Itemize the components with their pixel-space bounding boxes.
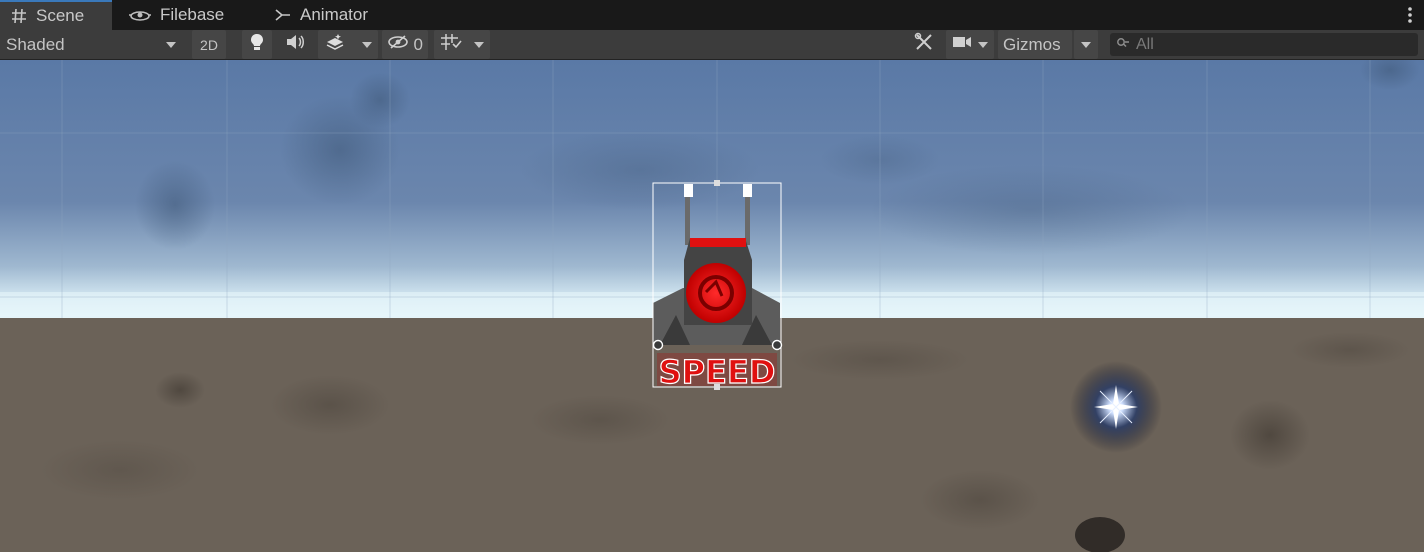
tab-filebase[interactable]: Filebase: [122, 0, 252, 30]
chevron-down-icon: [978, 41, 988, 48]
camera-icon: [952, 35, 972, 54]
animator-icon: [272, 4, 294, 26]
tools-icon: [914, 32, 934, 57]
audio-toggle-button[interactable]: [280, 30, 310, 59]
scene-viewport[interactable]: SPEED: [0, 60, 1424, 552]
grid-dropdown[interactable]: [434, 30, 490, 59]
chevron-down-icon: [362, 41, 372, 48]
scene-visibility-button[interactable]: 0: [382, 30, 428, 59]
scene-window: Scene Filebase Animator Shaded 2D 0 Gizm…: [0, 0, 1424, 552]
gizmos-dropdown[interactable]: [1074, 30, 1098, 59]
filebase-icon: [126, 4, 154, 26]
tab-label: Animator: [300, 5, 369, 24]
chevron-down-icon: [474, 41, 484, 48]
point-light-gizmo: [1070, 361, 1162, 453]
gizmos-label: Gizmos: [1003, 34, 1061, 54]
draw-mode-dropdown[interactable]: Shaded: [0, 30, 184, 59]
lighting-toggle-button[interactable]: [242, 30, 272, 59]
hash-icon: [8, 5, 30, 27]
chevron-down-icon: [166, 41, 176, 48]
effects-layers-icon: [324, 33, 346, 56]
tab-scene[interactable]: Scene: [0, 0, 112, 30]
2d-toggle-button[interactable]: 2D: [192, 30, 226, 59]
hidden-count: 0: [413, 34, 423, 54]
search-field[interactable]: [1110, 33, 1418, 56]
effects-dropdown[interactable]: [318, 30, 378, 59]
2d-toggle-label: 2D: [200, 36, 218, 53]
speaker-icon: [285, 34, 305, 55]
more-options-icon[interactable]: [1406, 4, 1414, 26]
camera-settings-dropdown[interactable]: [946, 30, 994, 59]
tab-animator[interactable]: Animator: [270, 0, 390, 30]
tab-label: Scene: [36, 6, 85, 25]
search-input[interactable]: [1130, 35, 1396, 54]
grid-snap-icon: [440, 33, 462, 56]
search-icon: [1116, 36, 1130, 54]
tab-label: Filebase: [160, 5, 225, 24]
gizmos-button[interactable]: Gizmos: [998, 30, 1072, 59]
scene-toolbar: Shaded 2D 0 Gizmos All: [0, 30, 1424, 60]
draw-mode-value: Shaded: [6, 34, 65, 54]
tools-button[interactable]: [908, 30, 940, 59]
chevron-down-icon: [1081, 41, 1091, 48]
tab-bar: Scene Filebase Animator: [0, 0, 1424, 30]
lightbulb-icon: [249, 33, 265, 56]
eye-slash-icon: [387, 34, 409, 55]
